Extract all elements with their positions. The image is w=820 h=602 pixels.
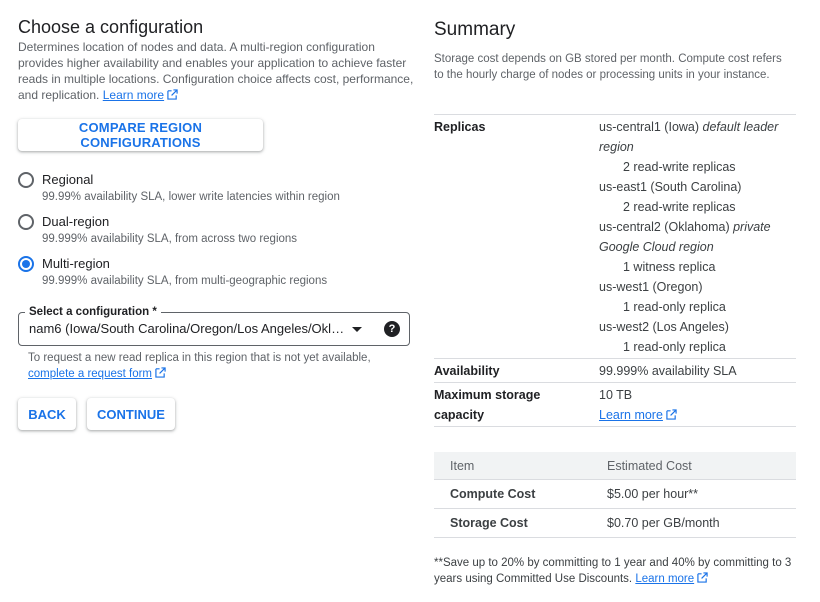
replica-region-2: us-east1 (South Carolina) xyxy=(599,180,742,194)
external-link-icon xyxy=(697,572,708,583)
replica-region-3-note2: Google Cloud region xyxy=(599,240,714,254)
radio-dual-region-sub: 99.999% availability SLA, from across tw… xyxy=(42,233,298,245)
compare-region-configurations-button[interactable]: COMPARE REGION CONFIGURATIONS xyxy=(18,119,263,151)
configuration-select-value: nam6 (Iowa/South Carolina/Oregon/Los Ang… xyxy=(29,321,347,336)
cost-row-value: $5.00 per hour** xyxy=(607,487,699,501)
radio-regional-sub: 99.99% availability SLA, lower write lat… xyxy=(42,191,340,203)
storage-learn-more: Learn more xyxy=(599,405,796,425)
continue-button[interactable]: CONTINUE xyxy=(87,398,175,430)
replica-request-hint-text: To request a new read replica in this re… xyxy=(28,352,371,364)
footnote-text: **Save up to 20% by committing to 1 year… xyxy=(434,557,792,585)
divider xyxy=(434,508,796,509)
config-description: Determines location of nodes and data. A… xyxy=(18,39,414,103)
summary-title: Summary xyxy=(434,19,516,40)
max-storage-label: Maximum storage xyxy=(434,388,541,402)
replica-region-3-note-cont: Google Cloud region xyxy=(599,237,796,257)
availability-label: Availability xyxy=(434,364,500,378)
replica-region-2-count: 2 read-write replicas xyxy=(623,200,736,214)
replica-region-3-name: us-central2 (Oklahoma) xyxy=(599,220,730,234)
configuration-select-label: Select a configuration * xyxy=(25,305,161,319)
radio-multi-region-label: Multi-region xyxy=(42,256,110,271)
cost-header-item: Item xyxy=(450,459,475,473)
summary-description: Storage cost depends on GB stored per mo… xyxy=(434,53,782,81)
replica-region-3: us-central2 (Oklahoma) private xyxy=(599,217,796,237)
replica-region-4: us-west1 (Oregon) xyxy=(599,280,703,294)
replica-request-hint: To request a new read replica in this re… xyxy=(28,350,408,382)
footnote-learn-more-label: Learn more xyxy=(635,573,695,585)
request-form-link[interactable]: complete a request form xyxy=(28,367,166,380)
replica-region-4-count: 1 read-only replica xyxy=(623,300,726,314)
replica-region-1-note2: region xyxy=(599,140,634,154)
config-title: Choose a configuration xyxy=(18,17,204,37)
cost-row-label: Compute Cost xyxy=(450,487,536,501)
replica-region-1-name: us-central1 (Iowa) xyxy=(599,120,700,134)
external-link-icon xyxy=(155,367,166,378)
replicas-label: Replicas xyxy=(434,120,486,134)
external-link-icon xyxy=(167,89,178,100)
config-description-text: Determines location of nodes and data. A… xyxy=(18,40,414,102)
radio-regional-label: Regional xyxy=(42,172,94,187)
max-storage-label-cont: capacity xyxy=(434,408,485,422)
cost-row-value: $0.70 per GB/month xyxy=(607,516,720,530)
external-link-icon xyxy=(666,409,677,420)
divider xyxy=(434,382,796,383)
committed-use-footnote: **Save up to 20% by committing to 1 year… xyxy=(434,555,794,587)
replica-region-5: us-west2 (Los Angeles) xyxy=(599,320,729,334)
replica-region-5-count: 1 read-only replica xyxy=(623,340,726,354)
replica-region-1-note-cont: region xyxy=(599,137,796,157)
help-icon[interactable]: ? xyxy=(384,321,400,337)
footnote-learn-more-link[interactable]: Learn more xyxy=(635,572,708,585)
radio-regional[interactable] xyxy=(18,172,34,188)
divider xyxy=(434,479,796,480)
radio-dual-region[interactable] xyxy=(18,214,34,230)
storage-learn-more-link[interactable]: Learn more xyxy=(599,408,677,422)
divider xyxy=(434,537,796,538)
configuration-select[interactable]: Select a configuration * nam6 (Iowa/Sout… xyxy=(18,305,410,346)
storage-learn-more-label: Learn more xyxy=(599,408,663,422)
radio-dual-region-label: Dual-region xyxy=(42,214,110,229)
cost-table-header: Item Estimated Cost xyxy=(434,452,796,479)
cost-header-estimated: Estimated Cost xyxy=(607,459,692,473)
dropdown-arrow-icon[interactable] xyxy=(352,327,362,332)
request-form-link-label: complete a request form xyxy=(28,368,153,380)
replica-region-1-note: default leader xyxy=(702,120,779,134)
divider xyxy=(434,114,796,115)
replica-region-3-count: 1 witness replica xyxy=(623,260,716,274)
replica-region-3-note: private xyxy=(733,220,771,234)
max-storage-value: 10 TB xyxy=(599,388,633,402)
replica-region-1: us-central1 (Iowa) default leader xyxy=(599,117,796,137)
cost-row-label: Storage Cost xyxy=(450,516,528,530)
config-learn-more-label: Learn more xyxy=(102,88,165,102)
config-learn-more-link[interactable]: Learn more xyxy=(103,88,178,102)
radio-multi-region[interactable] xyxy=(18,256,34,272)
divider xyxy=(434,358,796,359)
divider xyxy=(434,426,796,427)
replica-region-1-count: 2 read-write replicas xyxy=(623,160,736,174)
availability-value: 99.999% availability SLA xyxy=(599,364,737,378)
radio-multi-region-sub: 99.999% availability SLA, from multi-geo… xyxy=(42,275,328,287)
back-button[interactable]: BACK xyxy=(18,398,76,430)
